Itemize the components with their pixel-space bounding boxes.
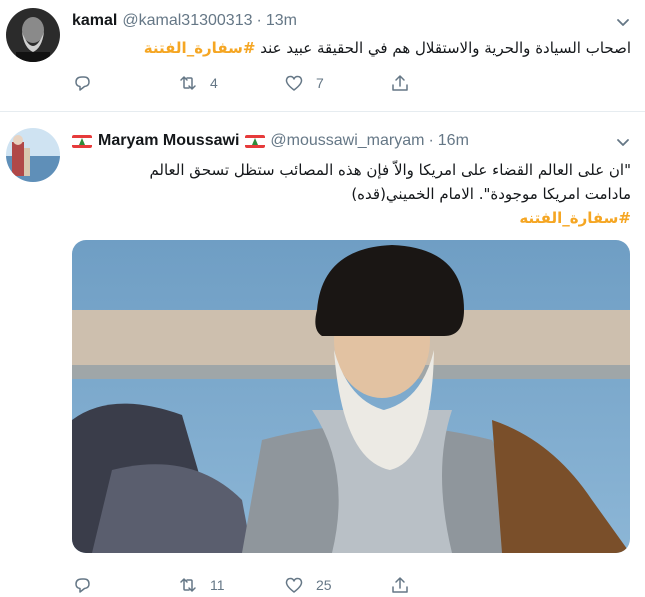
- username[interactable]: @kamal31300313: [122, 12, 252, 30]
- chevron-down-icon[interactable]: [615, 134, 631, 150]
- retweet-button[interactable]: 11: [178, 575, 284, 595]
- like-button[interactable]: 25: [284, 575, 390, 595]
- tweet-text-line: مادامت امريكا موجودة". الامام الخميني(قد…: [351, 185, 631, 203]
- avatar[interactable]: [6, 8, 60, 62]
- retweet-button[interactable]: 4: [178, 73, 284, 93]
- tweet-photo[interactable]: [72, 240, 630, 553]
- tweet-header: kamal @kamal31300313 · 13m: [72, 10, 297, 32]
- retweet-count: 11: [210, 577, 225, 593]
- tweet-header: Maryam Moussawi @moussawi_maryam · 16m: [72, 130, 469, 152]
- reply-button[interactable]: [72, 73, 178, 93]
- tweet-text-line: "ان على العالم القضاء على امريكا والاّ ف…: [149, 161, 631, 179]
- tweet[interactable]: Maryam Moussawi @moussawi_maryam · 16m "…: [0, 112, 645, 597]
- hashtag-link[interactable]: #سفارة_الفتنه: [149, 206, 631, 230]
- timestamp[interactable]: 16m: [438, 132, 469, 150]
- lebanon-flag-icon: [72, 134, 92, 148]
- retweet-icon: [180, 76, 196, 90]
- share-button[interactable]: [390, 73, 496, 93]
- timestamp[interactable]: 13m: [266, 12, 297, 30]
- username[interactable]: @moussawi_maryam: [270, 132, 424, 150]
- display-name[interactable]: Maryam Moussawi: [98, 132, 239, 150]
- display-name[interactable]: kamal: [72, 12, 117, 30]
- reply-icon: [75, 578, 90, 593]
- like-button[interactable]: 7: [284, 73, 390, 93]
- share-icon: [392, 75, 408, 91]
- tweet-text-body: اصحاب السيادة والحرية والاستقلال هم في ا…: [255, 39, 631, 57]
- tweet[interactable]: kamal @kamal31300313 · 13m اصحاب السيادة…: [0, 0, 645, 112]
- tweet-text: "ان على العالم القضاء على امريكا والاّ ف…: [149, 158, 631, 230]
- separator-dot: ·: [256, 12, 262, 29]
- tweet-actions: 11 25: [72, 572, 496, 597]
- tweet-text: اصحاب السيادة والحرية والاستقلال هم في ا…: [144, 36, 631, 60]
- lebanon-flag-icon: [245, 134, 266, 148]
- share-icon: [392, 577, 408, 593]
- separator-dot: ·: [428, 132, 434, 149]
- like-icon: [285, 577, 303, 593]
- tweet-actions: 4 7: [72, 70, 496, 96]
- like-icon: [285, 75, 303, 91]
- retweet-icon: [180, 578, 196, 592]
- retweet-count: 4: [210, 75, 218, 91]
- hashtag-link[interactable]: #سفارة_الفتنة: [144, 39, 256, 57]
- chevron-down-icon[interactable]: [615, 14, 631, 30]
- share-button[interactable]: [390, 575, 496, 595]
- reply-icon: [75, 76, 90, 91]
- avatar[interactable]: [6, 128, 60, 182]
- reply-button[interactable]: [72, 575, 178, 595]
- like-count: 7: [316, 75, 324, 91]
- like-count: 25: [316, 577, 332, 593]
